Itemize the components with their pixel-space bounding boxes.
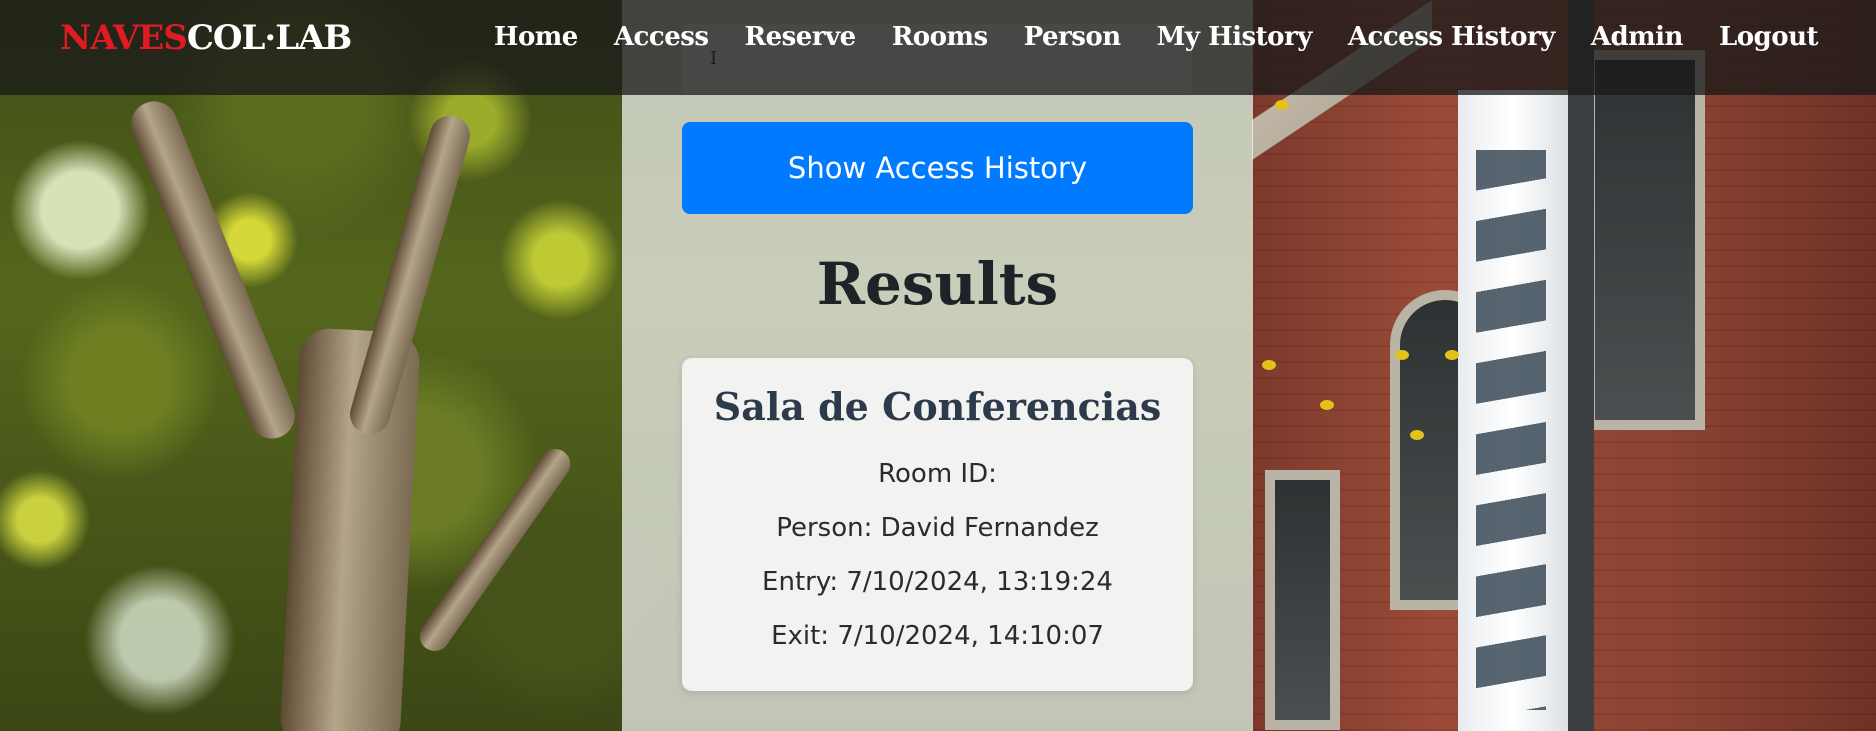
entry-time-line: Entry: 7/10/2024, 13:19:24 <box>762 567 1113 597</box>
nav-my-history[interactable]: My History <box>1157 22 1313 52</box>
nav-access[interactable]: Access <box>614 22 709 52</box>
leaf <box>1395 350 1409 360</box>
tree-trunk <box>279 327 421 731</box>
nav-person[interactable]: Person <box>1024 22 1121 52</box>
leaf <box>1262 360 1276 370</box>
nav-logout[interactable]: Logout <box>1719 22 1819 52</box>
room-name: Sala de Conferencias <box>713 384 1162 429</box>
building-window <box>1265 470 1340 730</box>
result-card: Sala de Conferencias Room ID: Person: Da… <box>682 358 1193 691</box>
brand-logo[interactable]: NAVESCOL·LAB <box>60 18 352 58</box>
results-title: Results <box>816 250 1059 318</box>
nav-reserve[interactable]: Reserve <box>745 22 857 52</box>
nav-access-history[interactable]: Access History <box>1348 22 1555 52</box>
brand-logo-red: NAVES <box>60 18 188 58</box>
building-banner <box>1458 90 1568 731</box>
nav-admin[interactable]: Admin <box>1591 22 1684 52</box>
brand-logo-white: COL·LAB <box>186 18 352 58</box>
exit-time-line: Exit: 7/10/2024, 14:10:07 <box>771 621 1104 651</box>
person-line: Person: David Fernandez <box>776 513 1099 543</box>
building-window <box>1585 50 1705 430</box>
nav-rooms[interactable]: Rooms <box>892 22 988 52</box>
navbar: NAVESCOL·LAB Home Access Reserve Rooms P… <box>0 0 1876 95</box>
leaf <box>1275 100 1289 110</box>
leaf <box>1445 350 1459 360</box>
banner-pole <box>1568 0 1594 731</box>
room-id-line: Room ID: <box>878 459 997 489</box>
leaf <box>1320 400 1334 410</box>
show-access-history-button[interactable]: Show Access History <box>682 122 1193 214</box>
leaf <box>1410 430 1424 440</box>
nav-links: Home Access Reserve Rooms Person My Hist… <box>494 22 1819 52</box>
nav-home[interactable]: Home <box>494 22 578 52</box>
